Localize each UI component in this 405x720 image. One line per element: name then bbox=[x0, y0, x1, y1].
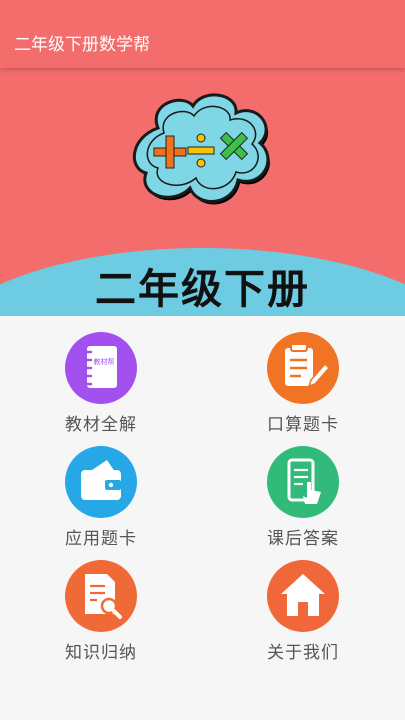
menu-label-oral-cards: 口算题卡 bbox=[267, 415, 339, 435]
menu-item-about-us[interactable]: 关于我们 bbox=[228, 560, 378, 672]
menu-label-textbook: 教材全解 bbox=[65, 415, 137, 435]
app-bar: 二年级下册数学帮 bbox=[0, 0, 405, 68]
home-icon bbox=[267, 560, 339, 632]
document-search-icon bbox=[65, 560, 137, 632]
wallet-icon bbox=[65, 446, 137, 518]
hero-banner: 二年级下册 bbox=[0, 68, 405, 316]
menu-item-word-problems[interactable]: 应用题卡 bbox=[26, 446, 176, 558]
menu-grid: 教材帮 教材全解 口算题卡 应用题卡 课后答案 知识归纳 关于我们 bbox=[0, 316, 405, 720]
banner-title: 二年级下册 bbox=[95, 265, 310, 313]
menu-item-oral-cards[interactable]: 口算题卡 bbox=[228, 332, 378, 444]
document-edit-icon bbox=[267, 332, 339, 404]
menu-label-about-us: 关于我们 bbox=[267, 643, 339, 663]
phone-tap-icon bbox=[267, 446, 339, 518]
notebook-text: 教材帮 bbox=[94, 357, 115, 366]
menu-item-textbook[interactable]: 教材帮 教材全解 bbox=[26, 332, 176, 444]
menu-label-word-problems: 应用题卡 bbox=[65, 529, 137, 549]
menu-label-homework-answers: 课后答案 bbox=[267, 529, 339, 549]
app-title: 二年级下册数学帮 bbox=[14, 35, 150, 55]
menu-label-knowledge-summary: 知识归纳 bbox=[65, 643, 137, 663]
menu-item-homework-answers[interactable]: 课后答案 bbox=[228, 446, 378, 558]
notebook-icon: 教材帮 bbox=[65, 332, 137, 404]
math-cloud-icon bbox=[132, 93, 270, 205]
menu-item-knowledge-summary[interactable]: 知识归纳 bbox=[26, 560, 176, 672]
